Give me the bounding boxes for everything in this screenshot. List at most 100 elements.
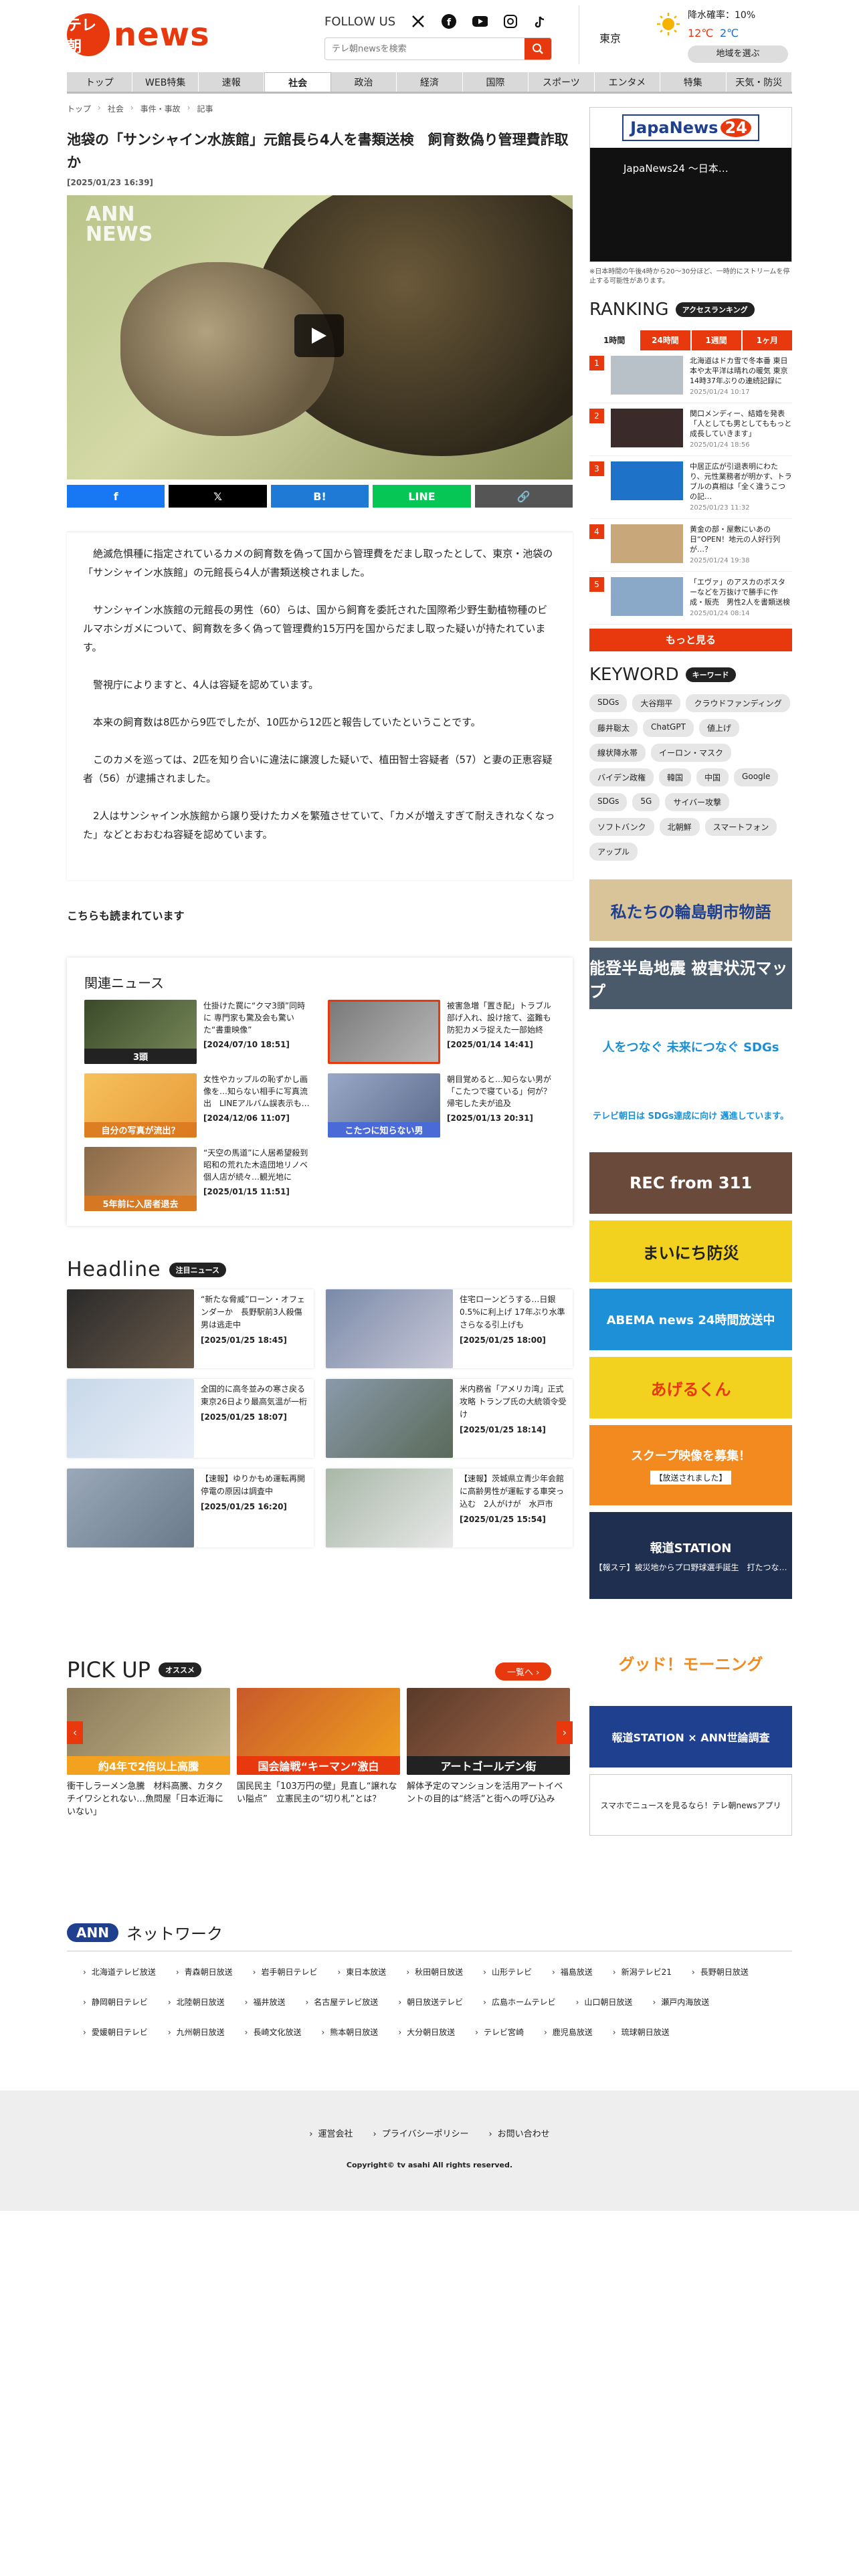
pickup-item[interactable]: アートゴールデン街 解体予定のマンションを活用アートイベントの目的は“終活”と街へ…	[407, 1688, 570, 1818]
banner-rec-311[interactable]: REC from 311	[589, 1152, 792, 1214]
keyword-tag[interactable]: 線状降水帯	[589, 744, 646, 762]
keyword-tag[interactable]: 5G	[632, 793, 660, 811]
footer-contact-link[interactable]: お問い合わせ	[488, 2127, 550, 2139]
related-item[interactable]: 3頭 仕掛けた罠に“クマ3頭”同時に 専門家も驚及会も驚いた“書重映像” [202…	[84, 1000, 312, 1064]
x-icon[interactable]	[410, 13, 426, 29]
keyword-tag[interactable]: SDGs	[589, 694, 628, 712]
japanews24-video[interactable]: JapaNews24 〜日本…	[590, 148, 791, 261]
breadcrumb-incident[interactable]: 事件・事故	[140, 103, 181, 114]
nav-entertainment[interactable]: エンタメ	[594, 72, 661, 92]
keyword-tag[interactable]: 値上げ	[698, 719, 739, 737]
pickup-all-button[interactable]: 一覧へ ›	[495, 1662, 552, 1681]
share-facebook-button[interactable]: f	[67, 485, 165, 508]
related-item[interactable]: 自分の写真が流出？ 女性やカップルの恥ずかし画像を…知らない相手に写真流出 LI…	[84, 1073, 312, 1138]
share-x-button[interactable]: 𝕏	[169, 485, 267, 508]
nav-society[interactable]: 社会	[264, 72, 331, 92]
instagram-icon[interactable]	[502, 13, 518, 29]
banner-agerukun[interactable]: あげるくん	[589, 1357, 792, 1418]
station-link[interactable]: 山口朝日放送	[576, 1996, 632, 2008]
ranking-more-button[interactable]: もっと見る	[589, 629, 792, 651]
station-link[interactable]: 青森朝日放送	[176, 1966, 233, 1977]
banner-hodo-station[interactable]: 報道STATION 【報ステ】被災地からプロ野球選手誕生 打たつな…	[589, 1512, 792, 1599]
search-button[interactable]	[524, 38, 551, 60]
pickup-item[interactable]: 国会論戦“キーマン”激白 国民民主「103万円の壁」見直し“譲れない隘点” 立憲民…	[237, 1688, 400, 1818]
station-link[interactable]: 愛媛朝日テレビ	[83, 2026, 148, 2038]
footer-privacy-link[interactable]: プライバシーポリシー	[373, 2127, 469, 2139]
station-link[interactable]: 北陸朝日放送	[168, 1996, 225, 2008]
keyword-tag[interactable]: クラウドファンディング	[686, 694, 790, 712]
keyword-tag[interactable]: バイデン政権	[589, 768, 654, 786]
nav-special[interactable]: 特集	[660, 72, 727, 92]
station-link[interactable]: 大分朝日放送	[398, 2026, 455, 2038]
keyword-tag[interactable]: 大谷翔平	[632, 694, 681, 712]
banner-sdgs-commit[interactable]: テレビ朝日は SDGs達成に向け 邁進しています。	[589, 1084, 792, 1146]
tiktok-icon[interactable]	[533, 13, 549, 29]
station-link[interactable]: 東日本放送	[337, 1966, 386, 1977]
ranking-item[interactable]: 2 関口メンディー、結婚を発表 「人としても男としてももっと成長していきます」 20…	[589, 403, 792, 456]
keyword-tag[interactable]: 中国	[696, 768, 729, 786]
keyword-tag[interactable]: 韓国	[659, 768, 692, 786]
region-select-button[interactable]: 地域を選ぶ	[688, 45, 788, 63]
station-link[interactable]: 九州朝日放送	[168, 2026, 225, 2038]
banner-mainichi-bousai[interactable]: まいにち防災	[589, 1220, 792, 1282]
station-link[interactable]: 琉球朝日放送	[613, 2026, 670, 2038]
carousel-prev-button[interactable]: ‹	[67, 1721, 83, 1744]
nav-web-feature[interactable]: WEB特集	[132, 72, 199, 92]
ranking-item[interactable]: 5 「エヴァ」のアスカのボスターなどを万抜けで勝手に作成・販売 男性2人を書類送検…	[589, 572, 792, 625]
station-link[interactable]: 山形テレビ	[483, 1966, 532, 1977]
related-item[interactable]: 5年前に入居者退去 “天空の馬道”に人居希望殺到 昭和の荒れた木造団地リノベ 個…	[84, 1147, 316, 1211]
banner-wajima[interactable]: 私たちの輪島朝市物語	[589, 879, 792, 941]
nav-top[interactable]: トップ	[67, 72, 133, 92]
share-hatena-button[interactable]: B!	[270, 485, 369, 508]
copy-link-button[interactable]: 🔗	[474, 485, 573, 508]
station-link[interactable]: 福井放送	[245, 1996, 285, 2008]
station-link[interactable]: 熊本朝日放送	[321, 2026, 378, 2038]
related-item[interactable]: こたつに知らない男 朝目覚めると…知らない男が「こたつで寝ている」何が？帰宅した…	[328, 1073, 555, 1138]
nav-weather[interactable]: 天気・防災	[726, 72, 792, 92]
facebook-icon[interactable]: f	[441, 13, 457, 29]
station-link[interactable]: 鹿児島放送	[544, 2026, 593, 2038]
nav-sports[interactable]: スポーツ	[529, 72, 595, 92]
keyword-tag[interactable]: 北朝鮮	[659, 818, 700, 836]
breadcrumb-society[interactable]: 社会	[108, 103, 124, 114]
tab-1hour[interactable]: 1時間	[589, 330, 640, 350]
tab-1month[interactable]: 1ヶ月	[742, 330, 792, 350]
station-link[interactable]: 名古屋テレビ放送	[305, 1996, 378, 2008]
youtube-icon[interactable]	[472, 13, 488, 29]
keyword-tag[interactable]: ソフトバンク	[589, 818, 654, 836]
japanews24-logo[interactable]: JapaNews 24	[622, 114, 759, 141]
station-link[interactable]: 福島放送	[552, 1966, 593, 1977]
carousel-next-button[interactable]: ›	[557, 1721, 573, 1744]
banner-scoop[interactable]: スクープ映像を募集！ 【放送されました】	[589, 1425, 792, 1505]
headline-item[interactable]: 住宅ローンどうする…日銀0.5%に利上げ 17年ぶり水準 さらなる引上げも [20…	[326, 1289, 573, 1368]
keyword-tag[interactable]: Google	[734, 768, 779, 786]
station-link[interactable]: 北海道テレビ放送	[83, 1966, 156, 1977]
tab-1week[interactable]: 1週間	[691, 330, 741, 350]
station-link[interactable]: 静岡朝日テレビ	[83, 1996, 148, 2008]
banner-abema[interactable]: ABEMA news 24時間放送中	[589, 1289, 792, 1350]
headline-item[interactable]: 米内務省「アメリカ湾」正式攻略 トランプ氏の大統領令受け [2025/01/25 …	[326, 1379, 573, 1458]
search-input[interactable]	[325, 38, 524, 60]
nav-economy[interactable]: 経済	[397, 72, 463, 92]
keyword-tag[interactable]: アップル	[589, 843, 638, 861]
station-link[interactable]: 広島ホームテレビ	[483, 1996, 556, 2008]
station-link[interactable]: テレビ宮崎	[475, 2026, 524, 2038]
nav-international[interactable]: 国際	[462, 72, 529, 92]
video-player[interactable]: ANN NEWS	[67, 195, 573, 479]
station-link[interactable]: 岩手朝日テレビ	[253, 1966, 317, 1977]
headline-item[interactable]: 【速報】茨城県立青少年会館に高齢男性が運転する車突っ込む 2人がけが 水戸市 [2…	[326, 1469, 573, 1547]
headline-item[interactable]: 【速報】ゆりかもめ運転再開 停電の原因は調査中 [2025/01/25 16:20…	[67, 1469, 314, 1547]
station-link[interactable]: 長野朝日放送	[692, 1966, 749, 1977]
station-link[interactable]: 瀬戸内海放送	[652, 1996, 709, 2008]
nav-breaking[interactable]: 速報	[198, 72, 265, 92]
station-link[interactable]: 朝日放送テレビ	[398, 1996, 463, 2008]
breadcrumb-top[interactable]: トップ	[67, 103, 91, 114]
play-button[interactable]	[294, 314, 344, 357]
banner-noto-map[interactable]: 能登半島地震 被害状況マップ	[589, 948, 792, 1009]
keyword-tag[interactable]: SDGs	[589, 793, 628, 811]
station-link[interactable]: 新潟テレビ21	[613, 1966, 672, 1977]
pickup-item[interactable]: 約4年で2倍以上高騰 衝干しラーメン急騰 材料高騰、カタクチイワシとれない…魚問屋…	[67, 1688, 230, 1818]
keyword-tag[interactable]: 藤井聡太	[589, 719, 638, 737]
footer-company-link[interactable]: 運営会社	[309, 2127, 353, 2139]
station-link[interactable]: 長崎文化放送	[245, 2026, 301, 2038]
